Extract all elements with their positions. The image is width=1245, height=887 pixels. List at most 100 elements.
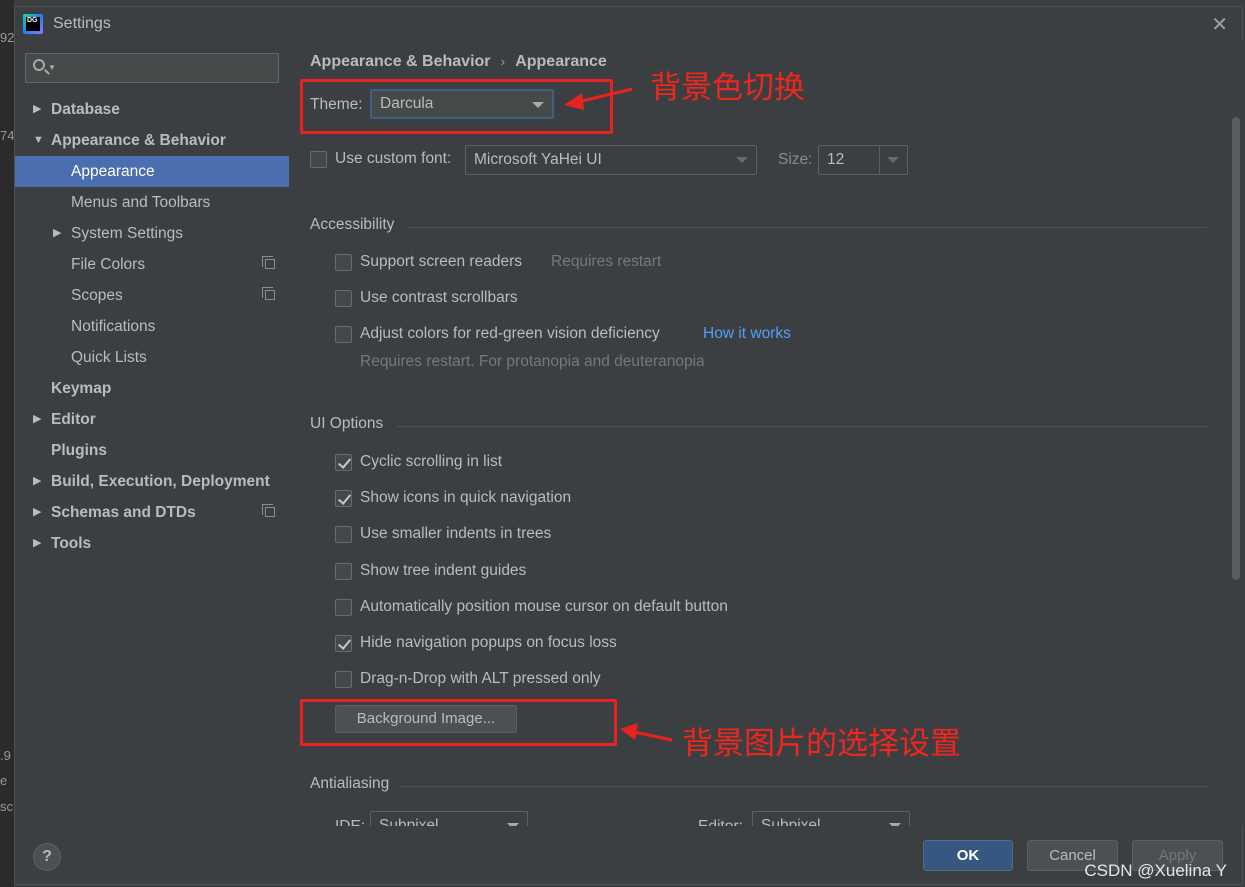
sidebar-item-scopes[interactable]: Scopes xyxy=(15,280,289,311)
theme-annotation-text: 背景色切换 xyxy=(650,70,805,106)
font-size-field[interactable]: 12 xyxy=(818,145,908,175)
sidebar-item-label: System Settings xyxy=(71,225,183,242)
font-value: Microsoft YaHei UI xyxy=(474,151,602,168)
chevron-down-icon xyxy=(887,157,899,163)
font-dropdown[interactable]: Microsoft YaHei UI xyxy=(465,145,757,175)
ui-option-checkbox[interactable] xyxy=(335,598,352,616)
settings-sidebar: ▼ ▶ Database ▼ Appearance & Behavior Appeara… xyxy=(15,41,289,826)
editor-antialias-dropdown[interactable]: Subpixel xyxy=(752,811,910,826)
sidebar-item-label: Appearance & Behavior xyxy=(51,132,226,149)
collapsed-arrow-icon[interactable]: ▶ xyxy=(33,528,41,559)
background-annotation-arrow xyxy=(620,723,673,742)
color-deficiency-checkbox[interactable] xyxy=(335,326,352,343)
sidebar-item-label: Editor xyxy=(51,411,96,428)
ui-option-checkbox[interactable] xyxy=(335,671,352,689)
ui-option-checkbox[interactable] xyxy=(335,490,352,508)
collapsed-arrow-icon[interactable]: ▶ xyxy=(33,94,41,125)
sidebar-item-label: File Colors xyxy=(71,256,146,273)
ui-option-label: Hide navigation popups on focus loss xyxy=(360,634,617,651)
search-icon xyxy=(33,59,45,71)
ui-option-label: Show icons in quick navigation xyxy=(360,489,572,507)
ui-option-label: Automatically position mouse cursor on d… xyxy=(360,597,728,615)
chevron-down-icon xyxy=(889,823,901,826)
project-scope-icon xyxy=(262,287,275,300)
sidebar-item-label: Appearance xyxy=(71,163,155,180)
content-scrollbar[interactable] xyxy=(1232,117,1240,580)
font-size-value: 12 xyxy=(827,151,845,168)
divider xyxy=(407,227,1207,228)
section-accessibility: Accessibility xyxy=(310,216,395,233)
theme-annotation-arrow xyxy=(564,87,633,110)
breadcrumb-separator: › xyxy=(500,53,506,69)
background-editor-strip: 92 74 .9 e sc xyxy=(0,0,14,887)
section-ui-options: UI Options xyxy=(310,415,384,432)
ui-option-checkbox[interactable] xyxy=(335,562,352,580)
sidebar-item-label: Build, Execution, Deployment xyxy=(51,473,270,490)
settings-tree: ▶ Database ▼ Appearance & Behavior Appearanc… xyxy=(15,94,289,559)
background-annotation-box xyxy=(300,699,617,746)
ide-antialias-value: Subpixel xyxy=(379,817,439,826)
sidebar-item-appearance[interactable]: Appearance xyxy=(15,156,289,187)
chevron-down-icon: ▼ xyxy=(48,63,56,72)
editor-antialias-label: Editor: xyxy=(698,818,743,826)
project-scope-icon xyxy=(262,504,275,517)
ui-option-checkbox[interactable] xyxy=(335,454,352,471)
breadcrumb-current: Appearance xyxy=(515,53,607,70)
collapsed-arrow-icon[interactable]: ▶ xyxy=(33,466,41,497)
collapsed-arrow-icon[interactable]: ▶ xyxy=(33,404,41,435)
help-button[interactable]: ? xyxy=(33,843,61,871)
ide-antialias-dropdown[interactable]: Subpixel xyxy=(370,811,528,826)
sidebar-item-plugins[interactable]: Plugins xyxy=(15,435,289,466)
title-bar: DG Settings ✕ xyxy=(15,7,1242,41)
close-icon[interactable]: ✕ xyxy=(1211,12,1228,37)
screen-readers-hint: Requires restart xyxy=(551,253,662,270)
sidebar-item-quick-lists[interactable]: Quick Lists xyxy=(15,342,289,373)
screen-readers-label: Support screen readers xyxy=(360,253,522,270)
ui-option-checkbox[interactable] xyxy=(335,635,352,652)
collapsed-arrow-icon[interactable]: ▶ xyxy=(53,218,61,249)
sidebar-item-schemas-and-dtds[interactable]: ▶ Schemas and DTDs xyxy=(15,497,289,528)
sidebar-item-label: Quick Lists xyxy=(71,349,147,366)
sidebar-item-editor[interactable]: ▶ Editor xyxy=(15,404,289,435)
how-it-works-link[interactable]: How it works xyxy=(703,325,791,343)
sidebar-item-label: Keymap xyxy=(51,380,112,397)
background-annotation-text: 背景图片的选择设置 xyxy=(682,726,961,762)
project-scope-icon xyxy=(262,256,275,269)
section-antialiasing: Antialiasing xyxy=(310,775,390,792)
sidebar-item-appearance-behavior[interactable]: ▼ Appearance & Behavior xyxy=(15,125,289,156)
contrast-scrollbars-label: Use contrast scrollbars xyxy=(360,289,518,306)
sidebar-item-notifications[interactable]: Notifications xyxy=(15,311,289,342)
custom-font-checkbox[interactable] xyxy=(310,151,327,168)
sidebar-item-menus-and-toolbars[interactable]: Menus and Toolbars xyxy=(15,187,289,218)
sidebar-item-file-colors[interactable]: File Colors xyxy=(15,249,289,280)
collapsed-arrow-icon[interactable]: ▶ xyxy=(33,497,41,528)
screen-readers-checkbox[interactable] xyxy=(335,254,352,271)
ide-antialias-label: IDE: xyxy=(335,818,365,826)
ui-option-label: Cyclic scrolling in list xyxy=(360,453,503,470)
ui-option-label: Drag-n-Drop with ALT pressed only xyxy=(360,670,601,688)
breadcrumb-parent[interactable]: Appearance & Behavior xyxy=(310,53,491,70)
breadcrumb: Appearance & Behavior › Appearance xyxy=(310,53,607,71)
sidebar-item-build-execution-deployment[interactable]: ▶ Build, Execution, Deployment xyxy=(15,466,289,497)
chevron-down-icon xyxy=(507,823,519,826)
editor-antialias-value: Subpixel xyxy=(761,817,821,826)
search-input[interactable]: ▼ xyxy=(25,53,279,83)
sidebar-item-keymap[interactable]: Keymap xyxy=(15,373,289,404)
sidebar-item-tools[interactable]: ▶ Tools xyxy=(15,528,289,559)
expanded-arrow-icon[interactable]: ▼ xyxy=(33,125,44,156)
color-deficiency-hint: Requires restart. For protanopia and deu… xyxy=(360,353,705,370)
ui-option-label: Use smaller indents in trees xyxy=(360,525,552,543)
settings-dialog: DG Settings ✕ ▼ ▶ Database ▼ Appearance & B… xyxy=(14,6,1244,885)
sidebar-item-database[interactable]: ▶ Database xyxy=(15,94,289,125)
sidebar-item-label: Scopes xyxy=(71,287,123,304)
divider xyxy=(397,426,1207,427)
ui-option-checkbox[interactable] xyxy=(335,526,352,544)
ok-button[interactable]: OK xyxy=(923,840,1013,871)
chevron-down-icon xyxy=(736,157,748,163)
sidebar-item-label: Menus and Toolbars xyxy=(71,194,211,211)
sidebar-item-system-settings[interactable]: ▶ System Settings xyxy=(15,218,289,249)
size-label: Size: xyxy=(778,151,813,168)
contrast-scrollbars-checkbox[interactable] xyxy=(335,290,352,307)
custom-font-label: Use custom font: xyxy=(335,150,452,167)
watermark: CSDN @Xuelina Y xyxy=(1084,861,1227,880)
